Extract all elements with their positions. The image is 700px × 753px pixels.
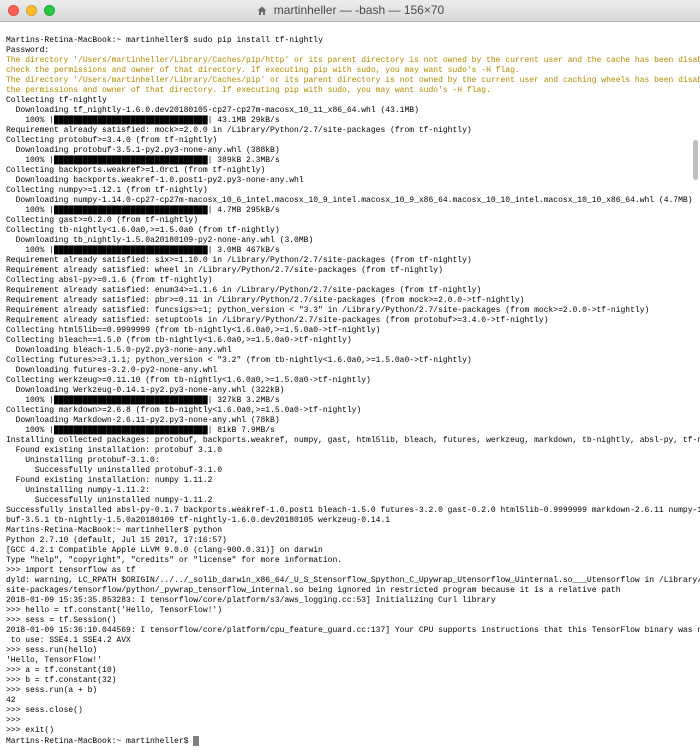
out-line: [GCC 4.2.1 Compatible Apple LLVM 9.0.0 (… (6, 546, 323, 555)
out-line: Installing collected packages: protobuf,… (6, 436, 700, 445)
out-line: Collecting tf-nightly (6, 96, 107, 105)
out-line: Type "help", "copyright", "credits" or "… (6, 556, 342, 565)
out-line: Collecting protobuf>=3.4.0 (from tf-nigh… (6, 136, 217, 145)
out-line: Collecting absl-py>=0.1.6 (from tf-night… (6, 276, 212, 285)
out-line: Downloading Markdown-2.6.11-py2.py3-none… (6, 416, 280, 425)
out-line: Collecting werkzeug>=0.11.10 (from tb-ni… (6, 376, 371, 385)
progress-bar: 100% |████████████████████████████████| … (6, 426, 275, 435)
out-line: Successfully uninstalled protobuf-3.1.0 (6, 466, 222, 475)
out-line: Collecting futures>=3.1.1; python_versio… (6, 356, 472, 365)
pip-warning-line: The directory '/Users/martinheller/Libra… (6, 76, 700, 85)
cursor-icon (193, 736, 199, 746)
window-titlebar: martinheller — -bash — 156×70 (0, 0, 700, 22)
out-line: buf-3.5.1 tb-nightly-1.5.0a20180109 tf-n… (6, 516, 390, 525)
repl-prompt: >>> (6, 726, 20, 735)
out-line: site-packages/tensorflow/python/_pywrap_… (6, 586, 621, 595)
out-line: 42 (6, 696, 16, 705)
out-line: Successfully uninstalled numpy-1.11.2 (6, 496, 212, 505)
out-line: 2018-01-09 15:36:10.044569: I tensorflow… (6, 626, 700, 635)
out-line: Downloading backports.weakref-1.0.post1-… (6, 176, 304, 185)
out-line: Collecting bleach==1.5.0 (from tb-nightl… (6, 336, 352, 345)
home-icon (256, 5, 268, 17)
out-line: Found existing installation: numpy 1.11.… (6, 476, 212, 485)
out-line: Python 2.7.10 (default, Jul 15 2017, 17:… (6, 536, 227, 545)
out-line: Downloading bleach-1.5.0-py2.py3-none-an… (6, 346, 232, 355)
out-line: 'Hello, TensorFlow!' (6, 656, 102, 665)
out-line: Collecting gast>=0.2.0 (from tf-nightly) (6, 216, 198, 225)
out-line: Requirement already satisfied: six>=1.10… (6, 256, 472, 265)
out-line: to use: SSE4.1 SSE4.2 AVX (6, 636, 131, 645)
scrollbar-thumb[interactable] (693, 140, 698, 180)
traffic-lights (8, 5, 55, 16)
window-title-text: martinheller — -bash — 156×70 (274, 3, 444, 18)
window-title: martinheller — -bash — 156×70 (0, 3, 700, 18)
prompt: Martins-Retina-MacBook:~ martinheller$ (6, 36, 188, 45)
progress-bar: 100% |████████████████████████████████| … (6, 116, 280, 125)
out-line: Downloading numpy-1.14.0-cp27-cp27m-maco… (6, 196, 693, 205)
cmd-install: sudo pip install tf-nightly (193, 36, 323, 45)
repl-line: >>> a = tf.constant(10) (6, 666, 116, 675)
repl-line: >>> hello = tf.constant('Hello, TensorFl… (6, 606, 222, 615)
terminal-output[interactable]: Martins-Retina-MacBook:~ martinheller$ s… (0, 22, 700, 753)
repl-line: >>> (6, 716, 20, 725)
out-line: Collecting markdown>=2.6.8 (from tb-nigh… (6, 406, 361, 415)
repl-line: >>> sess = tf.Session() (6, 616, 116, 625)
out-line: dyld: warning, LC_RPATH $ORIGIN/../../_s… (6, 576, 700, 585)
out-line: Collecting tb-nightly<1.6.0a0,>=1.5.0a0 … (6, 226, 280, 235)
out-line: Successfully installed absl-py-0.1.7 bac… (6, 506, 700, 515)
out-line: Found existing installation: protobuf 3.… (6, 446, 222, 455)
out-line: Requirement already satisfied: setuptool… (6, 316, 549, 325)
out-line: Requirement already satisfied: enum34>=1… (6, 286, 481, 295)
out-line: Requirement already satisfied: mock>=2.0… (6, 126, 472, 135)
out-line: Requirement already satisfied: funcsigs>… (6, 306, 649, 315)
cmd-python: python (193, 526, 222, 535)
progress-bar: 100% |████████████████████████████████| … (6, 246, 280, 255)
repl-line: >>> sess.run(a + b) (6, 686, 97, 695)
repl-line: >>> sess.run(hello) (6, 646, 97, 655)
out-line: Downloading tb_nightly-1.5.0a20180109-py… (6, 236, 313, 245)
pip-warning-line: The directory '/Users/martinheller/Libra… (6, 56, 700, 65)
out-line: Requirement already satisfied: wheel in … (6, 266, 443, 275)
repl-line: >>> sess.close() (6, 706, 83, 715)
out-line: Collecting backports.weakref>=1.0rc1 (fr… (6, 166, 265, 175)
out-line: Uninstalling protobuf-3.1.0: (6, 456, 160, 465)
pip-warning-line: the permissions and owner of that direct… (6, 86, 491, 95)
out-line: Downloading futures-3.2.0-py2-none-any.w… (6, 366, 217, 375)
out-line: Collecting numpy>=1.12.1 (from tf-nightl… (6, 186, 208, 195)
repl-line: >>> import tensorflow as tf (6, 566, 136, 575)
close-window-button[interactable] (8, 5, 19, 16)
repl-line: >>> b = tf.constant(32) (6, 676, 116, 685)
out-line: 2018-01-09 15:35:35.853283: I tensorflow… (6, 596, 496, 605)
cmd-exit: exit() (25, 726, 54, 735)
prompt: Martins-Retina-MacBook:~ martinheller$ (6, 526, 188, 535)
minimize-window-button[interactable] (26, 5, 37, 16)
zoom-window-button[interactable] (44, 5, 55, 16)
out-line: Collecting html5lib==0.9999999 (from tb-… (6, 326, 380, 335)
out-line: Downloading tf_nightly-1.6.0.dev20180105… (6, 106, 419, 115)
out-line: Downloading protobuf-3.5.1-py2.py3-none-… (6, 146, 280, 155)
pip-warning-line: check the permissions and owner of that … (6, 66, 520, 75)
out-line: Downloading Werkzeug-0.14.1-py2.py3-none… (6, 386, 284, 395)
progress-bar: 100% |████████████████████████████████| … (6, 396, 280, 405)
progress-bar: 100% |████████████████████████████████| … (6, 206, 280, 215)
password-label: Password: (6, 46, 49, 55)
prompt: Martins-Retina-MacBook:~ martinheller$ (6, 737, 188, 746)
out-line: Uninstalling numpy-1.11.2: (6, 486, 150, 495)
out-line: Requirement already satisfied: pbr>=0.11… (6, 296, 524, 305)
progress-bar: 100% |████████████████████████████████| … (6, 156, 280, 165)
